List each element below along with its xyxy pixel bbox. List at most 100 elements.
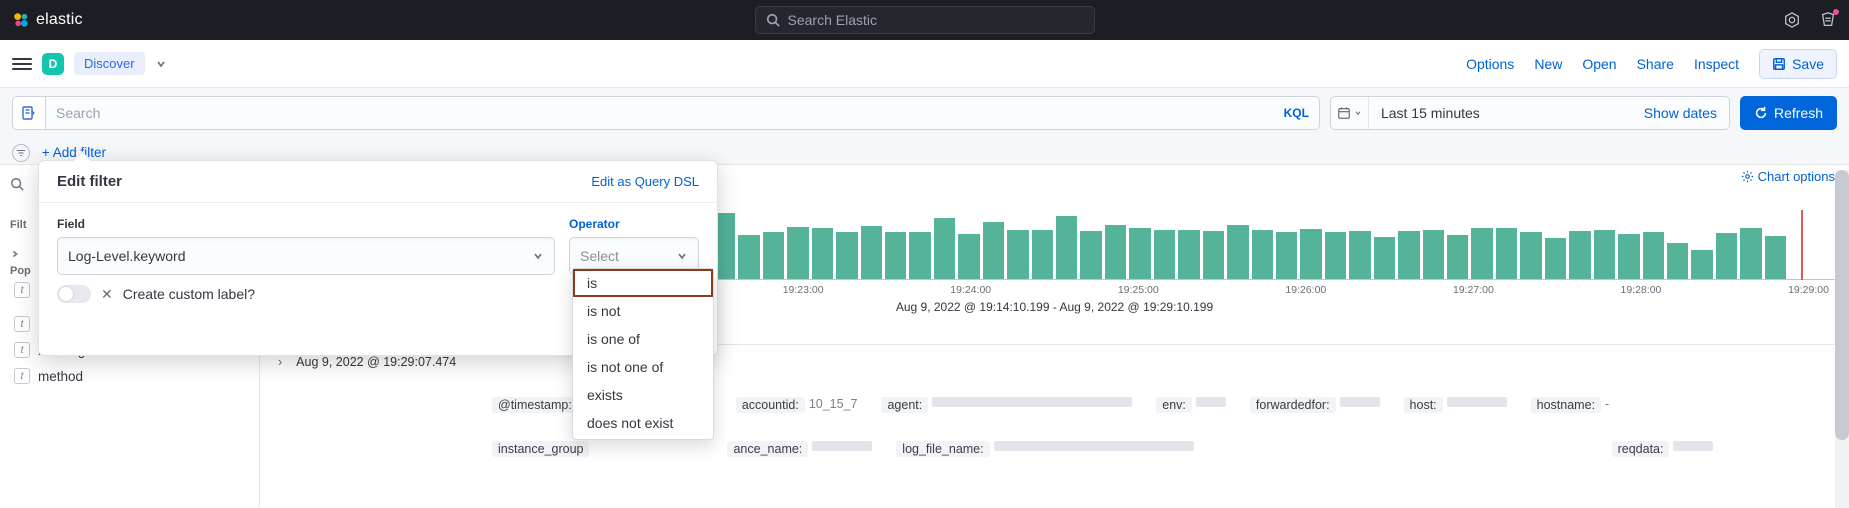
search-icon — [10, 177, 24, 191]
help-icon[interactable] — [1783, 11, 1801, 29]
share-link[interactable]: Share — [1637, 56, 1674, 72]
histogram-bar[interactable] — [861, 226, 882, 280]
inspect-link[interactable]: Inspect — [1694, 56, 1739, 72]
chevron-down-icon[interactable] — [10, 249, 20, 259]
show-dates-link[interactable]: Show dates — [1632, 105, 1729, 121]
histogram-bar[interactable] — [1569, 231, 1590, 280]
doc-value — [994, 441, 1194, 451]
date-picker[interactable]: Last 15 minutes Show dates — [1330, 96, 1730, 130]
field-select[interactable]: Log-Level.keyword — [57, 237, 555, 275]
doc-key: env: — [1156, 397, 1192, 413]
query-language[interactable]: KQL — [1284, 106, 1309, 120]
histogram-bar[interactable] — [787, 227, 808, 280]
doc-key: hostname: — [1531, 397, 1601, 413]
histogram-bar[interactable] — [1007, 230, 1028, 280]
histogram-bar[interactable] — [1325, 232, 1346, 280]
document-row[interactable]: › Aug 9, 2022 @ 19:29:07.474 @timestamp:… — [274, 344, 1835, 467]
query-options-button[interactable] — [12, 96, 46, 130]
field-select-value: Log-Level.keyword — [68, 248, 186, 264]
open-link[interactable]: Open — [1582, 56, 1616, 72]
histogram-bar[interactable] — [1447, 235, 1468, 280]
field-type-icon: t — [14, 282, 30, 298]
filter-options-icon[interactable] — [12, 144, 30, 162]
histogram-bar[interactable] — [1203, 231, 1224, 280]
histogram-bar[interactable] — [958, 234, 979, 280]
edit-query-dsl-link[interactable]: Edit as Query DSL — [591, 174, 699, 189]
field-label: Field — [57, 217, 555, 231]
operator-option[interactable]: is — [573, 269, 713, 297]
histogram-bar[interactable] — [1080, 231, 1101, 280]
histogram-bar[interactable] — [1349, 231, 1370, 280]
search-icon — [766, 13, 780, 27]
histogram-bar[interactable] — [1667, 243, 1688, 280]
calendar-icon[interactable] — [1331, 97, 1369, 129]
now-marker-icon — [1801, 210, 1803, 280]
histogram-bar[interactable] — [1740, 228, 1761, 280]
refresh-label: Refresh — [1774, 105, 1823, 121]
app-breadcrumb[interactable]: Discover — [74, 52, 145, 75]
chart-options-label: Chart options — [1758, 169, 1835, 184]
global-search[interactable]: Search Elastic — [755, 6, 1095, 34]
histogram-bar[interactable] — [1594, 230, 1615, 280]
histogram-bar[interactable] — [1129, 228, 1150, 280]
custom-label-toggle[interactable] — [57, 285, 91, 303]
new-link[interactable]: New — [1534, 56, 1562, 72]
histogram-bar[interactable] — [1252, 230, 1273, 280]
expand-icon[interactable]: › — [278, 355, 282, 369]
histogram-bar[interactable] — [836, 232, 857, 280]
tick-label: 19:25:00 — [1118, 284, 1159, 296]
doc-key: forwardedfor: — [1250, 397, 1336, 413]
histogram-bar[interactable] — [1105, 225, 1126, 280]
menu-toggle-icon[interactable] — [12, 54, 32, 74]
newsfeed-icon[interactable] — [1819, 11, 1837, 29]
doc-value — [812, 441, 872, 451]
histogram-bar[interactable] — [1545, 238, 1566, 280]
histogram-bar[interactable] — [763, 232, 784, 280]
options-link[interactable]: Options — [1466, 56, 1514, 72]
operator-option[interactable]: is not — [573, 297, 713, 325]
space-selector[interactable]: D — [42, 53, 64, 75]
histogram-bar[interactable] — [1691, 250, 1712, 280]
histogram-bar[interactable] — [1398, 231, 1419, 280]
operator-label: Operator — [569, 217, 699, 231]
histogram-bar[interactable] — [983, 222, 1004, 280]
operator-option[interactable]: exists — [573, 381, 713, 409]
custom-label-text: Create custom label? — [123, 286, 255, 302]
histogram-bar[interactable] — [1300, 229, 1321, 280]
histogram-bar[interactable] — [1178, 230, 1199, 280]
histogram-bar[interactable] — [885, 232, 906, 280]
histogram-bar[interactable] — [1716, 233, 1737, 280]
histogram-bar[interactable] — [1471, 228, 1492, 280]
histogram-bar[interactable] — [934, 218, 955, 280]
histogram-bar[interactable] — [1032, 230, 1053, 280]
histogram-bar[interactable] — [812, 228, 833, 280]
histogram-bar[interactable] — [1765, 236, 1786, 280]
scrollbar-thumb[interactable] — [1835, 170, 1849, 440]
scrollbar[interactable] — [1835, 170, 1849, 508]
histogram-bar[interactable] — [1618, 234, 1639, 280]
histogram-bar[interactable] — [909, 232, 930, 280]
brand[interactable]: elastic — [12, 11, 83, 29]
histogram-bar[interactable] — [738, 235, 759, 280]
operator-option[interactable]: is one of — [573, 325, 713, 353]
histogram-bar[interactable] — [1520, 232, 1541, 280]
chart-options-button[interactable]: Chart options — [1741, 169, 1835, 184]
histogram-bar[interactable] — [1056, 216, 1077, 280]
operator-option[interactable]: is not one of — [573, 353, 713, 381]
breadcrumb-chevron-icon[interactable] — [155, 58, 167, 70]
save-button[interactable]: Save — [1759, 49, 1837, 79]
operator-option[interactable]: does not exist — [573, 409, 713, 437]
doc-key: accountid: — [736, 397, 805, 413]
histogram-bar[interactable] — [1374, 237, 1395, 280]
histogram-bar[interactable] — [1276, 232, 1297, 280]
doc-key: host: — [1404, 397, 1443, 413]
histogram-bar[interactable] — [1496, 228, 1517, 280]
histogram-bar[interactable] — [1423, 230, 1444, 280]
tick-label: 19:23:00 — [783, 284, 824, 296]
histogram-bar[interactable] — [1643, 232, 1664, 280]
histogram-bar[interactable] — [1154, 230, 1175, 280]
refresh-button[interactable]: Refresh — [1740, 96, 1837, 130]
query-input[interactable]: Search KQL — [46, 96, 1320, 130]
field-item[interactable]: tmethod — [10, 363, 249, 389]
histogram-bar[interactable] — [1227, 225, 1248, 280]
